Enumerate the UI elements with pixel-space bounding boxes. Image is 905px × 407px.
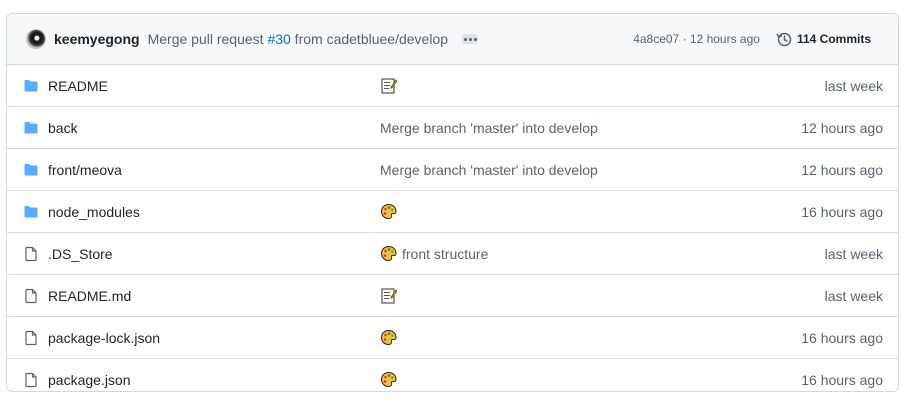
pr-link[interactable]: #30 bbox=[267, 31, 290, 47]
file-commit-message[interactable]: front structure bbox=[380, 245, 488, 262]
commit-message-text: Merge branch 'master' into develop bbox=[380, 119, 598, 136]
file-row[interactable]: .DS_Store front structure last week bbox=[7, 232, 898, 274]
file-rows: README last week back Merge branch 'master'… bbox=[7, 65, 898, 391]
file-row[interactable]: back Merge branch 'master' into develop 12… bbox=[7, 106, 898, 148]
file-name[interactable]: package.json bbox=[48, 372, 131, 388]
memo-emoji-icon bbox=[381, 78, 397, 94]
commit-message-prefix: Merge pull request bbox=[147, 31, 268, 47]
art-emoji-icon bbox=[381, 372, 397, 387]
file-row[interactable]: README last week bbox=[7, 65, 898, 106]
art-emoji-icon bbox=[381, 246, 397, 261]
file-age[interactable]: last week bbox=[825, 288, 883, 304]
file-commit-message[interactable]: Merge branch 'master' into develop bbox=[380, 162, 598, 178]
file-row[interactable]: package-lock.json 16 hours ago bbox=[7, 316, 898, 358]
file-age[interactable]: last week bbox=[825, 246, 883, 262]
art-emoji-icon bbox=[381, 204, 397, 219]
file-age[interactable]: 16 hours ago bbox=[801, 372, 883, 388]
file-row[interactable]: front/meova Merge branch 'master' into de… bbox=[7, 148, 898, 190]
folder-icon bbox=[24, 206, 38, 218]
file-name[interactable]: package-lock.json bbox=[48, 330, 160, 346]
art-emoji-icon bbox=[381, 330, 397, 345]
file-list-box: keemyegong Merge pull request #30 from c… bbox=[6, 13, 899, 392]
file-age[interactable]: 12 hours ago bbox=[801, 120, 883, 136]
commit-author[interactable]: keemyegong bbox=[54, 31, 140, 47]
file-name[interactable]: back bbox=[48, 120, 78, 136]
file-name[interactable]: README.md bbox=[48, 288, 131, 304]
file-age[interactable]: 16 hours ago bbox=[801, 204, 883, 220]
file-row[interactable]: README.md last week bbox=[7, 274, 898, 316]
commit-message-suffix: from cadetbluee/develop bbox=[290, 31, 449, 47]
file-commit-message[interactable] bbox=[380, 371, 402, 388]
file-icon bbox=[25, 288, 37, 304]
commit-message-text: front structure bbox=[402, 245, 489, 262]
file-row[interactable]: node_modules 16 hours ago bbox=[7, 190, 898, 232]
memo-emoji-icon bbox=[381, 288, 397, 304]
commits-link[interactable]: 114 Commits bbox=[776, 31, 871, 47]
file-commit-message[interactable] bbox=[380, 77, 402, 94]
file-commit-message[interactable] bbox=[380, 287, 402, 304]
file-commit-message[interactable] bbox=[380, 329, 402, 346]
file-row[interactable]: package.json 16 hours ago bbox=[7, 358, 898, 391]
file-age[interactable]: last week bbox=[825, 78, 883, 94]
ellipsis-icon[interactable] bbox=[462, 34, 479, 44]
file-icon bbox=[25, 246, 37, 262]
file-age[interactable]: 12 hours ago bbox=[801, 162, 883, 178]
folder-icon bbox=[24, 80, 38, 92]
commit-message[interactable]: Merge pull request #30 from cadetbluee/d… bbox=[148, 31, 448, 47]
latest-commit-bar: keemyegong Merge pull request #30 from c… bbox=[7, 14, 898, 65]
file-icon bbox=[25, 372, 37, 388]
commits-count: 114 Commits bbox=[796, 32, 871, 46]
file-name[interactable]: .DS_Store bbox=[48, 246, 113, 262]
folder-icon bbox=[24, 164, 38, 176]
file-name[interactable]: node_modules bbox=[48, 204, 140, 220]
commit-sha-time[interactable]: 4a8ce07 · 12 hours ago bbox=[633, 32, 760, 46]
file-icon bbox=[25, 330, 37, 346]
file-commit-message[interactable] bbox=[380, 203, 402, 220]
history-icon bbox=[776, 32, 792, 47]
file-name[interactable]: README bbox=[48, 78, 108, 94]
folder-icon bbox=[24, 122, 38, 134]
file-age[interactable]: 16 hours ago bbox=[801, 330, 883, 346]
file-name[interactable]: front/meova bbox=[48, 162, 122, 178]
commit-message-text: Merge branch 'master' into develop bbox=[380, 161, 598, 178]
file-commit-message[interactable]: Merge branch 'master' into develop bbox=[380, 120, 598, 136]
avatar[interactable] bbox=[26, 29, 46, 49]
